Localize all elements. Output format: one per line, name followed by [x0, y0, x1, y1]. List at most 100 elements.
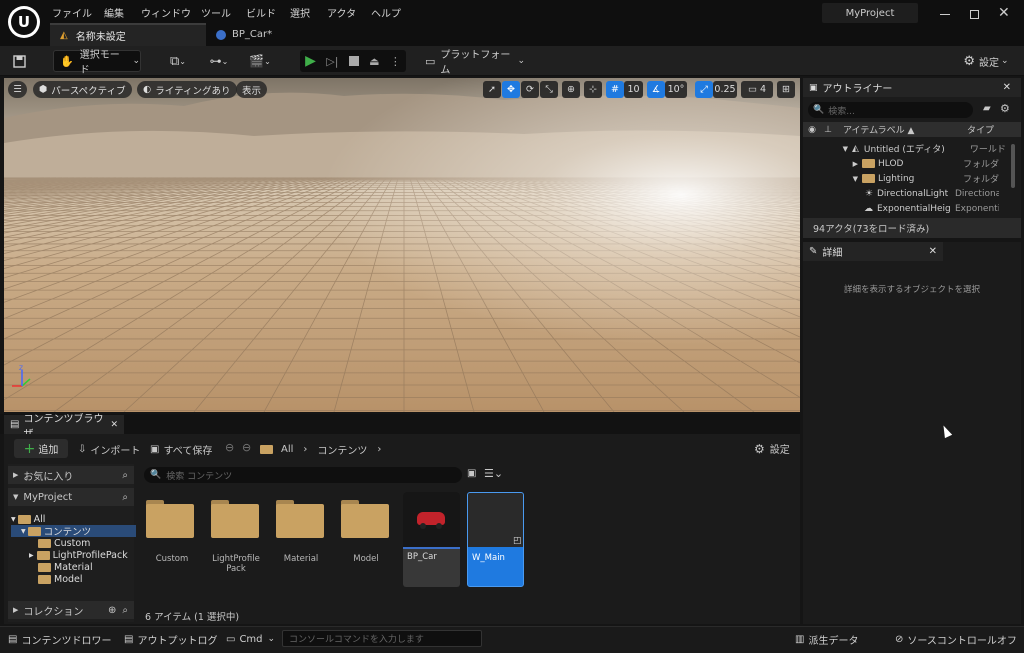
search-icon[interactable]: ⌕ [122, 492, 128, 503]
favorites-header[interactable]: ▶ お気に入り ⌕ [8, 466, 134, 484]
asset-folder-lightprofilepack[interactable] [211, 500, 261, 538]
minimize-button[interactable] [940, 14, 950, 15]
add-collection-icon[interactable]: ⊕ [108, 605, 116, 616]
project-header[interactable]: ▼ MyProject ⌕ [8, 488, 134, 506]
tree-item-all[interactable]: ▼ All [11, 513, 45, 525]
output-log-button[interactable]: ▤ アウトプットログ [124, 628, 217, 650]
outliner-row-untitled[interactable]: ▼ ◭ Untitled (エディタ) ワールド [803, 141, 1013, 156]
derived-data-button[interactable]: ▥ 派生データ [795, 628, 858, 650]
search-icon[interactable]: ⌕ [122, 605, 128, 616]
outliner-row-directional-light[interactable]: ☀ DirectionalLight Directiona [803, 186, 1013, 201]
outliner-scrollbar[interactable] [1011, 144, 1015, 188]
tree-item-model[interactable]: Model [38, 573, 83, 585]
menu-help[interactable]: ヘルプ [371, 5, 401, 20]
eye-icon[interactable]: ◉ [803, 125, 821, 135]
filter-icon[interactable]: ☰⌄ [484, 467, 503, 480]
col-type[interactable]: タイプ [967, 123, 994, 136]
menu-select[interactable]: 選択 [290, 5, 310, 20]
surface-snap-button[interactable]: ⊹ [584, 81, 602, 98]
outliner-tab[interactable]: ▣ アウトライナー ✕ [803, 78, 1021, 97]
menu-actor[interactable]: アクタ [327, 5, 356, 20]
world-local-button[interactable]: ⊕ [562, 81, 580, 98]
viewport-options-button[interactable]: ☰ [8, 81, 27, 98]
show-button[interactable]: 表示 [236, 81, 268, 98]
content-search-input[interactable]: 🔍 検索 コンテンツ [144, 467, 462, 483]
grid-size-value[interactable]: 10 [624, 81, 643, 98]
scale-snap-value[interactable]: 0.25 [713, 81, 737, 98]
grid-snap-toggle[interactable]: # [606, 81, 624, 98]
tree-item-material[interactable]: Material [38, 561, 93, 573]
back-icon[interactable]: ⊖ [225, 441, 234, 454]
add-actor-button[interactable]: ⧉ ⌄ [162, 50, 194, 72]
asset-w-main[interactable]: ◰ W_Main [467, 492, 524, 587]
asset-bp-car[interactable]: BP_Car [403, 492, 460, 587]
stop-icon[interactable] [348, 56, 359, 66]
menu-tools[interactable]: ツール [201, 5, 231, 20]
content-settings-button[interactable]: ⚙ 設定 [754, 441, 790, 457]
rotation-snap-toggle[interactable]: ∡ [647, 81, 665, 98]
maximize-button[interactable] [970, 10, 979, 19]
gear-icon[interactable]: ⚙ [1000, 102, 1010, 115]
pin-icon[interactable]: ⊥ [821, 125, 835, 135]
tab-untitled-level[interactable]: ◭ 名称未設定 [50, 23, 206, 46]
outliner-search-input[interactable]: 🔍 検索... [808, 102, 973, 118]
content-drawer-button[interactable]: ▤ コンテンツドロワー [8, 628, 111, 650]
translate-tool-button[interactable]: ✥ [502, 81, 520, 98]
play-icon[interactable]: ▶ [305, 53, 316, 69]
rotate-tool-button[interactable]: ⟳ [521, 81, 539, 98]
console-input[interactable]: コンソールコマンドを入力します [282, 630, 482, 647]
forward-icon[interactable]: ⊖ [242, 441, 251, 454]
rotation-snap-value[interactable]: 10° [665, 81, 687, 98]
breadcrumb-content[interactable]: コンテンツ [317, 442, 367, 457]
add-button[interactable]: + 追加 [14, 439, 68, 458]
breadcrumb-all[interactable]: All [281, 444, 293, 455]
select-mode-dropdown[interactable]: ✋ 選択モード ⌄ [53, 50, 141, 76]
search-icon[interactable]: ⌕ [122, 470, 128, 481]
outliner-row-lighting[interactable]: ▼ Lighting フォルダ [803, 171, 1013, 186]
col-item-label[interactable]: アイテムラベル ▲ [843, 123, 959, 136]
save-all-button[interactable]: ▣ すべて保存 [150, 442, 212, 457]
unreal-logo-icon[interactable]: U [8, 6, 40, 38]
scale-snap-toggle[interactable]: ⤢ [695, 81, 713, 98]
step-icon[interactable]: ▷| [326, 55, 338, 68]
save-search-icon[interactable]: ▣ [467, 468, 476, 479]
asset-folder-model[interactable] [341, 500, 391, 538]
tree-item-content[interactable]: ▼ コンテンツ [11, 525, 136, 538]
save-button[interactable] [8, 50, 30, 72]
tree-item-lightprofilepack[interactable]: ▶ LightProfilePack [29, 549, 128, 561]
blueprint-menu-button[interactable]: ⊶ ⌄ [203, 50, 235, 72]
maximize-viewport-button[interactable]: ⊞ [777, 81, 795, 98]
collections-header[interactable]: ▶ コレクション ⊕ ⌕ [8, 601, 134, 619]
asset-folder-custom[interactable] [146, 500, 196, 538]
perspective-button[interactable]: ⬢ パースペクティブ [33, 81, 132, 98]
menu-window[interactable]: ウィンドウ [141, 5, 191, 20]
tree-item-custom[interactable]: Custom [38, 537, 90, 549]
more-options-icon[interactable]: ⋮ [390, 55, 401, 68]
cmd-dropdown[interactable]: ▭ Cmd ⌄ [226, 628, 275, 650]
scale-tool-button[interactable]: ⤡ [540, 81, 558, 98]
outliner-row-hlod[interactable]: ▶ HLOD フォルダ [803, 156, 1013, 171]
source-control-button[interactable]: ⊘ ソースコントロールオフ [895, 628, 1017, 650]
close-icon[interactable]: ✕ [1003, 82, 1011, 93]
menu-build[interactable]: ビルド [246, 5, 276, 20]
eject-icon[interactable]: ⏏ [369, 55, 379, 68]
cinematics-button[interactable]: 🎬 ⌄ [244, 50, 276, 72]
settings-dropdown[interactable]: ⚙ 設定 ⌄ [955, 50, 1017, 72]
menu-file[interactable]: ファイル [52, 5, 92, 20]
menu-edit[interactable]: 編集 [104, 5, 124, 20]
details-tab[interactable]: ✎ 詳細 ✕ [803, 242, 943, 261]
tab-bp-car[interactable]: BP_Car* [206, 23, 316, 46]
outliner-row-exponential-fog[interactable]: ☁ ExponentialHeig Exponenti [803, 201, 1013, 216]
close-window-button[interactable]: ✕ [998, 5, 1010, 21]
close-icon[interactable]: ✕ [110, 420, 118, 430]
import-button[interactable]: ⇩ インポート [78, 442, 140, 457]
add-folder-icon[interactable]: ▰ [983, 103, 991, 114]
select-tool-button[interactable]: ➚ [483, 81, 501, 98]
level-viewport[interactable]: ☰ ⬢ パースペクティブ ◐ ライティングあり 表示 ➚ ✥ ⟳ ⤡ ⊕ ⊹ #… [4, 78, 800, 412]
view-mode-button[interactable]: ◐ ライティングあり [137, 81, 237, 98]
asset-folder-material[interactable] [276, 500, 326, 538]
close-icon[interactable]: ✕ [929, 246, 937, 257]
content-browser-tab[interactable]: ▤ コンテンツブラウザ ✕ [4, 414, 124, 440]
camera-speed-button[interactable]: ▭ 4 [741, 81, 773, 98]
platforms-dropdown[interactable]: ▭ プラットフォーム ⌄ [425, 50, 525, 76]
